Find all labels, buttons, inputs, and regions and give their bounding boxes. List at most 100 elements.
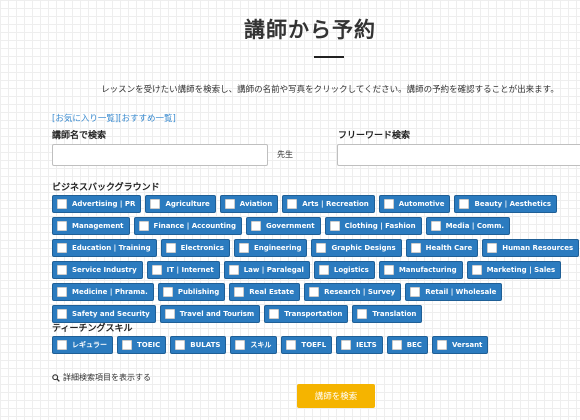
search-teacher-button[interactable]: 講師を検索	[297, 384, 375, 408]
checkbox-box[interactable]	[391, 340, 402, 350]
business-tag-checkbox[interactable]: Graphic Designs	[311, 239, 402, 257]
checkbox-box[interactable]	[150, 199, 161, 209]
list-links: [お気に入り一覧][おすすめ一覧]	[52, 112, 176, 124]
business-tag-checkbox[interactable]: Aviation	[219, 195, 279, 213]
teaching-tag-label: TOEFL	[301, 341, 327, 349]
business-tag-checkbox[interactable]: Education | Training	[52, 239, 157, 257]
business-tag-checkbox[interactable]: Health Care	[405, 239, 479, 257]
checkbox-box[interactable]	[57, 221, 67, 231]
checkbox-box[interactable]	[235, 340, 246, 350]
teaching-tag-group: レギュラー TOEIC BULATS スキル TOEFL IELTS BEC Versant	[52, 336, 572, 354]
checkbox-box[interactable]	[175, 340, 186, 350]
teaching-tag-checkbox[interactable]: Versant	[431, 336, 489, 354]
business-tag-label: Law | Paralegal	[243, 266, 304, 274]
checkbox-box[interactable]	[269, 309, 280, 319]
business-tag-checkbox[interactable]: Automotive	[378, 195, 451, 213]
business-tag-checkbox[interactable]: Retail | Wholesale	[405, 283, 503, 301]
checkbox-box[interactable]	[430, 221, 441, 231]
business-tag-checkbox[interactable]: Travel and Tourism	[159, 305, 261, 323]
checkbox-box[interactable]	[224, 199, 235, 209]
checkbox-box[interactable]	[57, 287, 67, 297]
checkbox-box[interactable]	[234, 287, 245, 297]
business-tag-checkbox[interactable]: Service Industry	[52, 261, 143, 279]
checkbox-box[interactable]	[165, 243, 176, 253]
business-tag-checkbox[interactable]: IT | Internet	[146, 261, 220, 279]
checkbox-box[interactable]	[57, 243, 67, 253]
business-tag-checkbox[interactable]: Management	[52, 217, 130, 235]
checkbox-box[interactable]	[151, 265, 162, 275]
checkbox-box[interactable]	[410, 243, 421, 253]
business-tag-checkbox[interactable]: Electronics	[160, 239, 230, 257]
teaching-tag-checkbox[interactable]: レギュラー	[52, 336, 113, 354]
business-tag-checkbox[interactable]: Publishing	[157, 283, 226, 301]
checkbox-box[interactable]	[164, 309, 175, 319]
checkbox-box[interactable]	[57, 265, 67, 275]
checkbox-box[interactable]	[238, 243, 249, 253]
checkbox-box[interactable]	[309, 287, 320, 297]
teaching-tag-checkbox[interactable]: TOEFL	[281, 336, 333, 354]
checkbox-box[interactable]	[487, 243, 498, 253]
business-tag-checkbox[interactable]: Translation	[352, 305, 423, 323]
checkbox-box[interactable]	[459, 199, 470, 209]
business-tag-checkbox[interactable]: Medicine | Phrama.	[52, 283, 154, 301]
business-tag-checkbox[interactable]: Real Estate	[229, 283, 301, 301]
checkbox-box[interactable]	[316, 243, 327, 253]
business-tag-checkbox[interactable]: Human Resources	[482, 239, 580, 257]
business-tag-checkbox[interactable]: Media | Comm.	[425, 217, 511, 235]
checkbox-box[interactable]	[341, 340, 352, 350]
checkbox-box[interactable]	[250, 221, 261, 231]
business-tag-checkbox[interactable]: Clothing | Fashion	[324, 217, 422, 235]
checkbox-box[interactable]	[383, 265, 394, 275]
business-tag-checkbox[interactable]: Research | Survey	[304, 283, 402, 301]
teaching-tag-checkbox[interactable]: TOEIC	[117, 336, 167, 354]
checkbox-box[interactable]	[57, 340, 67, 350]
teaching-tag-checkbox[interactable]: BEC	[386, 336, 428, 354]
business-tag-checkbox[interactable]: Engineering	[233, 239, 308, 257]
checkbox-box[interactable]	[436, 340, 447, 350]
show-advanced-search-link[interactable]: 詳細検索項目を表示する	[52, 372, 151, 383]
business-tag-label: Education | Training	[72, 244, 151, 252]
business-tag-label: Transportation	[284, 310, 343, 318]
business-tag-checkbox[interactable]: Arts | Recreation	[282, 195, 375, 213]
business-tag-checkbox[interactable]: Advertising | PR	[52, 195, 142, 213]
checkbox-box[interactable]	[287, 199, 298, 209]
checkbox-box[interactable]	[228, 265, 239, 275]
business-tag-label: Media | Comm.	[445, 222, 505, 230]
advanced-search-label: 詳細検索項目を表示する	[63, 373, 151, 382]
teaching-tag-label: Versant	[451, 341, 483, 349]
teaching-tag-checkbox[interactable]: BULATS	[170, 336, 227, 354]
business-tag-label: Management	[72, 222, 124, 230]
checkbox-box[interactable]	[383, 199, 394, 209]
name-suffix: 先生	[277, 150, 293, 159]
checkbox-box[interactable]	[122, 340, 132, 350]
business-tag-label: Marketing | Sales	[486, 266, 556, 274]
checkbox-box[interactable]	[57, 309, 67, 319]
business-tag-checkbox[interactable]: Logistics	[313, 261, 375, 279]
business-tag-checkbox[interactable]: Agriculture	[145, 195, 216, 213]
checkbox-box[interactable]	[57, 199, 67, 209]
teaching-tag-checkbox[interactable]: IELTS	[336, 336, 383, 354]
business-tag-checkbox[interactable]: Manufacturing	[378, 261, 463, 279]
checkbox-box[interactable]	[286, 340, 297, 350]
business-tag-label: Electronics	[180, 244, 224, 252]
business-tag-checkbox[interactable]: Marketing | Sales	[466, 261, 562, 279]
freeword-input[interactable]	[337, 144, 580, 166]
checkbox-box[interactable]	[410, 287, 421, 297]
checkbox-box[interactable]	[471, 265, 482, 275]
recommended-link[interactable]: [おすすめ一覧]	[118, 114, 176, 124]
teaching-tag-checkbox[interactable]: スキル	[230, 336, 278, 354]
business-tag-checkbox[interactable]: Finance | Accounting	[133, 217, 242, 235]
teacher-name-input[interactable]	[52, 144, 268, 166]
checkbox-box[interactable]	[318, 265, 329, 275]
checkbox-box[interactable]	[329, 221, 340, 231]
checkbox-box[interactable]	[357, 309, 368, 319]
checkbox-box[interactable]	[138, 221, 149, 231]
checkbox-box[interactable]	[162, 287, 173, 297]
business-tag-checkbox[interactable]: Government	[245, 217, 321, 235]
business-tag-checkbox[interactable]: Transportation	[264, 305, 349, 323]
business-tag-checkbox[interactable]: Law | Paralegal	[223, 261, 310, 279]
favorites-link[interactable]: [お気に入り一覧]	[52, 114, 118, 124]
business-tag-checkbox[interactable]: Beauty | Aesthetics	[454, 195, 558, 213]
page-title: 講師から予約	[244, 18, 376, 42]
teaching-tag-label: TOEIC	[137, 341, 161, 349]
